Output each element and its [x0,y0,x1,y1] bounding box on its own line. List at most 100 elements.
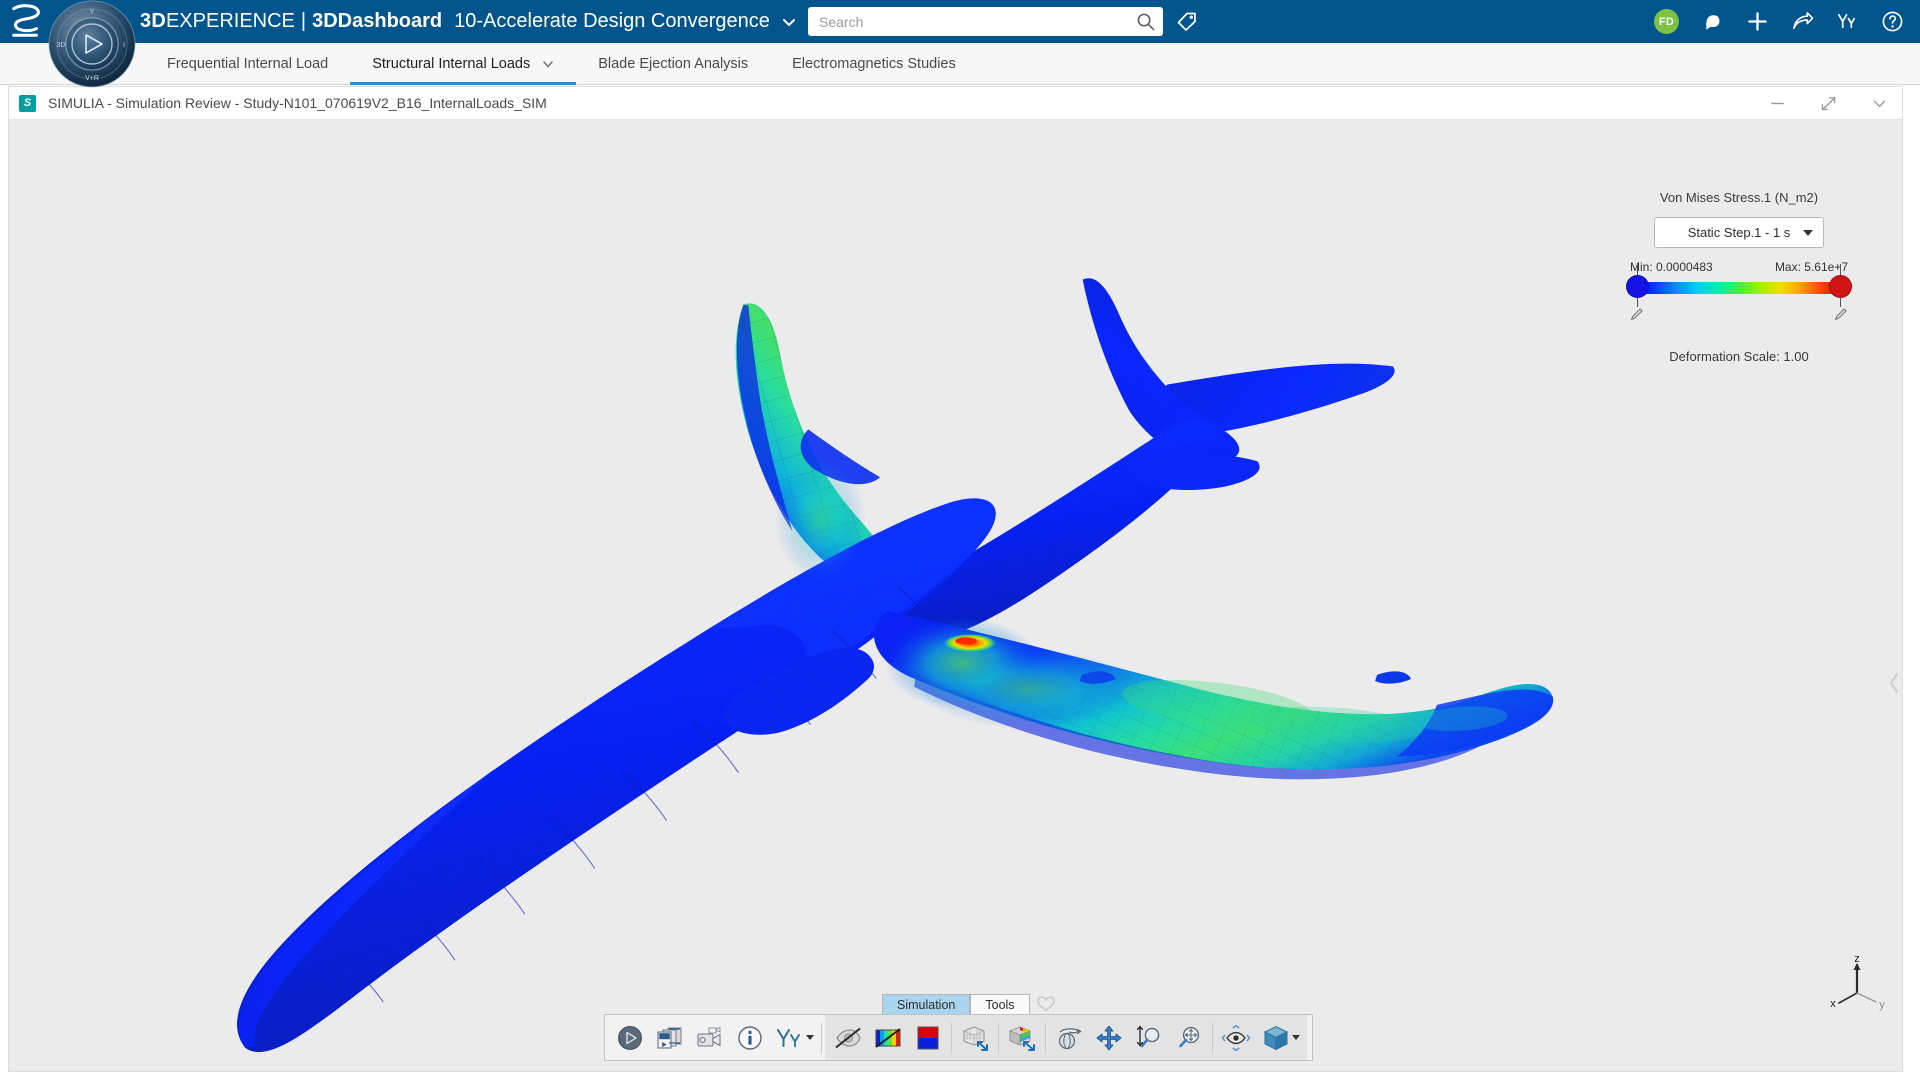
chevron-down-icon[interactable] [542,58,554,70]
toolbar-group-playback [610,1015,818,1060]
colorbar-min-handle[interactable] [1626,275,1649,298]
fuselage [237,498,996,1053]
brand-separator: | [300,10,307,32]
axis-label-y: y [1879,999,1885,1011]
colorbar-tick-min-bottom [1637,298,1638,307]
view-cube-button[interactable] [1256,1017,1296,1058]
3ds-logo[interactable] [8,3,46,39]
play-circle-icon [618,1025,642,1050]
search-icon[interactable] [1136,12,1155,31]
toolbar-tab-label: Simulation [897,998,956,1012]
axis-triad: z x y [1830,953,1885,1011]
simulia-icon: S [19,94,36,112]
filmstrip-play-icon [657,1027,682,1048]
chevron-left-icon[interactable] [1888,672,1901,694]
rotate-button[interactable] [1049,1017,1089,1058]
avatar[interactable]: FD [1654,9,1679,34]
play-all-frames-button[interactable] [650,1017,690,1058]
compass-label-top: Y [90,9,95,16]
rotate-trackball-icon [1058,1027,1082,1049]
colorbar-wrap [1626,264,1852,321]
pencil-icon[interactable] [1834,307,1848,321]
toolbar-separator [998,1022,999,1053]
hide-show-button[interactable] [828,1017,868,1058]
minimize-icon[interactable] [1769,95,1786,112]
record-video-button[interactable] [690,1017,730,1058]
tab-blade-ejection-analysis[interactable]: Blade Ejection Analysis [576,43,770,85]
3dexperience-compass[interactable]: Y 3D i V+R [46,0,138,90]
tab-structural-internal-loads[interactable]: Structural Internal Loads [350,43,577,85]
red-blue-swatch-icon [917,1026,939,1049]
tab-electromagnetics-studies[interactable]: Electromagnetics Studies [770,43,978,85]
colorbar-max-handle[interactable] [1829,275,1852,298]
community-button[interactable] [770,1017,810,1058]
axis-label-x: x [1830,998,1836,1010]
look-at-button[interactable] [1216,1017,1256,1058]
tag-icon[interactable] [1175,9,1199,33]
toolbar-tab-tools[interactable]: Tools [970,994,1030,1015]
community-people-icon [777,1028,800,1047]
legend-min-label: Min: 0.0000483 [1630,260,1713,274]
dashboard-tab-list: Frequential Internal Load Structural Int… [145,43,978,85]
tab-frequential-internal-load[interactable]: Frequential Internal Load [145,43,350,85]
brand-3d: 3D [140,10,166,32]
plus-icon[interactable] [1746,10,1769,33]
favorites-heart-icon[interactable] [1036,995,1056,1013]
colorbar-tick-min [1637,264,1638,275]
search-container [808,7,1163,36]
toolbar-separator [821,1022,822,1053]
chevron-down-icon[interactable] [782,15,796,29]
toolbar-tab-label: Tools [985,998,1015,1012]
tab-label: Blade Ejection Analysis [598,56,749,72]
view-cube-icon [1263,1025,1289,1050]
global-header: Y 3D i V+R 3D EXPERIENCE | 3DDashboard 10… [0,0,1920,88]
dashboard-tab-bar: Frequential Internal Load Structural Int… [0,43,1920,85]
video-camera-icon [697,1026,721,1047]
contour-off-button[interactable] [868,1017,908,1058]
play-simulation-button[interactable] [610,1017,650,1058]
chevron-down-icon[interactable] [1803,230,1813,236]
3d-viewport[interactable]: Von Mises Stress.1 (N_m2) Static Step.1 … [9,120,1902,1071]
help-question-icon[interactable] [1881,10,1904,33]
app-title: SIMULIA - Simulation Review - Study-N101… [48,95,547,111]
fit-all-magnifier-icon [1179,1026,1200,1047]
brand-title[interactable]: 3D EXPERIENCE | 3DDashboard 10-Accelerate… [140,0,796,43]
results-legend-panel: Von Mises Stress.1 (N_m2) Static Step.1 … [1624,190,1854,364]
toolbar-tab-simulation[interactable]: Simulation [882,994,971,1015]
toolbar-separator [951,1022,952,1053]
color-map-button[interactable] [908,1017,948,1058]
compass-label-left: 3D [57,42,66,49]
fit-all-button[interactable] [1169,1017,1209,1058]
color-cube-arrows-icon [1008,1026,1035,1051]
zoom-updown-magnifier-icon [1136,1025,1160,1047]
chevron-down-icon[interactable] [1871,95,1888,112]
deformation-scale-label: Deformation Scale: 1.00 [1669,349,1809,364]
axis-label-z: z [1854,953,1860,965]
toolbar-separator [1045,1022,1046,1053]
toolbar-separator [1212,1022,1213,1053]
tab-label: Structural Internal Loads [372,56,531,72]
step-select-value: Static Step.1 - 1 s [1687,225,1791,240]
share-arrow-icon[interactable] [1791,10,1814,33]
search-input[interactable] [808,7,1163,36]
information-button[interactable] [730,1017,770,1058]
notification-bell-icon[interactable] [1701,10,1724,33]
toolbar-tab-row: Simulation Tools [882,993,1056,1015]
window-controls [1769,87,1888,120]
mesh-deform-button[interactable] [955,1017,995,1058]
pan-button[interactable] [1089,1017,1129,1058]
compass-label-bottom: V+R [85,75,99,82]
colorbar-tick-max [1840,264,1841,275]
expand-diagonal-icon[interactable] [1820,95,1837,112]
aircraft-stress-model[interactable] [9,120,1902,1071]
step-select[interactable]: Static Step.1 - 1 s [1654,217,1824,248]
legend-title: Von Mises Stress.1 (N_m2) [1659,190,1819,205]
community-people-icon[interactable] [1836,10,1859,33]
solid-deform-button[interactable] [1002,1017,1042,1058]
pencil-icon[interactable] [1630,307,1644,321]
panel-collapse-handle[interactable] [1886,660,1902,706]
colorbar[interactable] [1636,282,1842,294]
spectrum-slash-icon [875,1027,901,1048]
zoom-button[interactable] [1129,1017,1169,1058]
pan-four-arrows-icon [1096,1025,1122,1050]
